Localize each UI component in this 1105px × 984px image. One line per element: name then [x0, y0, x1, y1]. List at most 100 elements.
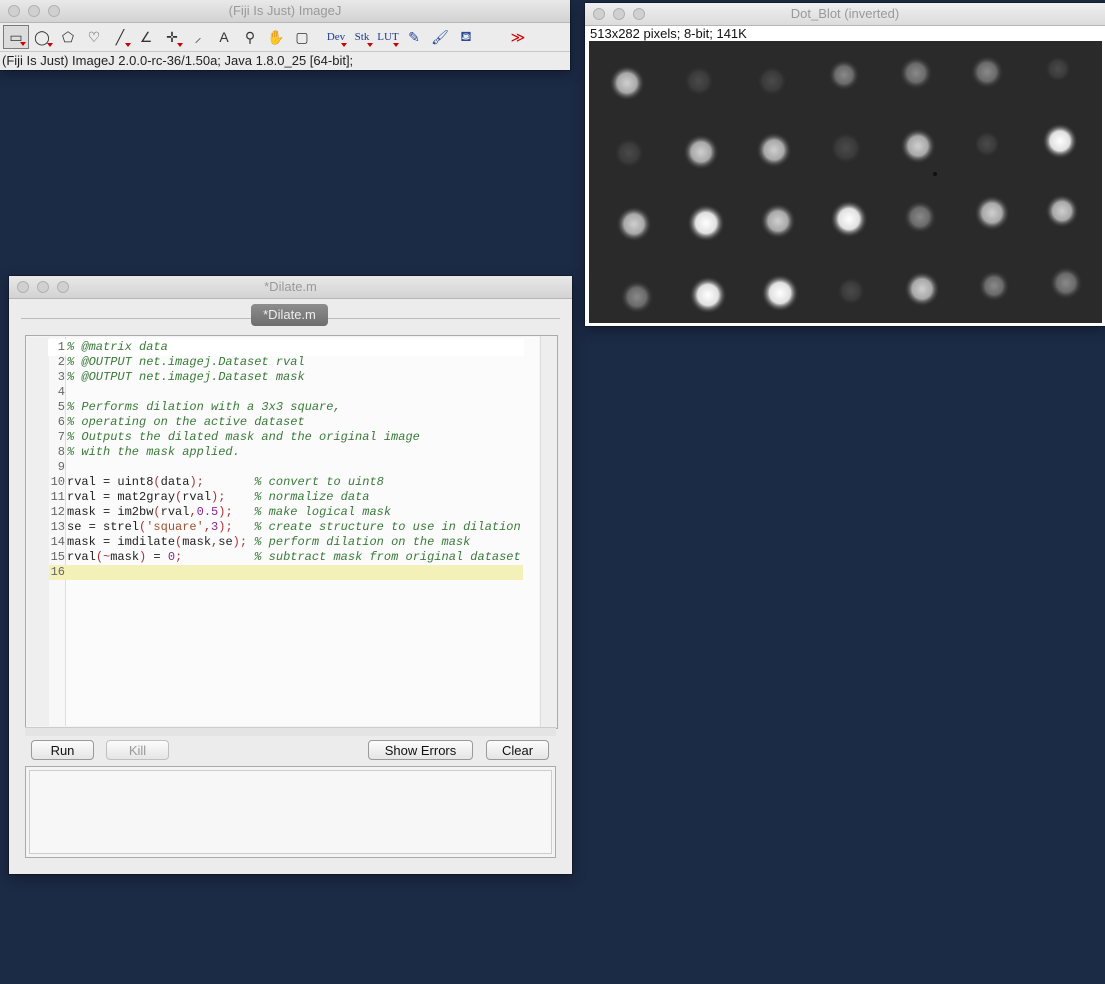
submenu-indicator-icon: [341, 43, 347, 47]
code-line[interactable]: 6% operating on the active dataset: [49, 415, 523, 430]
line-number: 15: [50, 550, 65, 564]
imagej-titlebar[interactable]: (Fiji Is Just) ImageJ: [0, 0, 570, 23]
code-text: % with the mask applied.: [67, 445, 240, 459]
code-line[interactable]: 12 mask = im2bw(rval,0.5); % make logical…: [49, 505, 523, 520]
code-editor[interactable]: 1% @matrix data 2% @OUTPUT net.imagej.Dat…: [25, 335, 558, 729]
code-line[interactable]: 2% @OUTPUT net.imagej.Dataset rval: [49, 355, 523, 370]
dot-blot-picture: [589, 41, 1102, 323]
close-icon[interactable]: [17, 281, 29, 293]
line-number: 3: [57, 370, 65, 384]
code-line[interactable]: 8% with the mask applied.: [49, 445, 523, 460]
dot-blot-image[interactable]: [589, 41, 1102, 323]
wand-tool-icon[interactable]: ⸝: [185, 25, 211, 49]
editor-titlebar[interactable]: *Dilate.m: [9, 276, 572, 299]
dot-blot-image-window: Dot_Blot (inverted) 513x282 pixels; 8-bi…: [585, 3, 1105, 326]
imagej-toolbar: ▭ ◯ ⬠ ♡ ╱ ∠ ✛ ⸝ A ⚲ ✋ ▢ Dev Stk LUT ✎ 🖌 ⛾ ≫: [0, 23, 570, 52]
line-number: 9: [57, 460, 65, 474]
text-tool-icon[interactable]: A: [211, 25, 237, 49]
script-editor-window: *Dilate.m *Dilate.m 1% @matrix data 2% @O…: [9, 276, 572, 874]
dev-menu[interactable]: Dev: [323, 25, 349, 49]
submenu-indicator-icon: [47, 43, 53, 47]
code-text: rval = mat2gray(rval); % normalize data: [67, 490, 370, 504]
line-number: 12: [50, 505, 65, 519]
submenu-indicator-icon: [20, 42, 26, 46]
oval-tool-icon[interactable]: ◯: [29, 25, 55, 49]
code-line[interactable]: 7% Outputs the dilated mask and the orig…: [49, 430, 523, 445]
code-text: % Outputs the dilated mask and the origi…: [67, 430, 420, 444]
hand-tool-icon[interactable]: ✋: [263, 25, 289, 49]
clear-button[interactable]: Clear: [486, 740, 549, 760]
code-text: mask = imdilate(mask,se); % perform dila…: [67, 535, 471, 549]
pencil-tool-icon[interactable]: ✎: [401, 25, 427, 49]
image-window-title: Dot_Blot (inverted): [790, 6, 900, 21]
dev-menu-label: Dev: [326, 31, 346, 43]
line-number: 2: [57, 355, 65, 369]
code-text: se = strel('square',3); % create structu…: [67, 520, 521, 534]
point-tool-icon[interactable]: ✛: [159, 25, 185, 49]
brush-tool-icon[interactable]: 🖌: [427, 25, 453, 49]
flood-fill-tool-icon[interactable]: ⛾: [453, 25, 479, 49]
code-line[interactable]: 4: [49, 385, 523, 400]
code-area[interactable]: 1% @matrix data 2% @OUTPUT net.imagej.Dat…: [27, 337, 539, 726]
imagej-main-window: (Fiji Is Just) ImageJ ▭ ◯ ⬠ ♡ ╱ ∠ ✛ ⸝ A ⚲ ✋ ▢ Dev Stk…: [0, 0, 570, 70]
line-tool-icon[interactable]: ╱: [107, 25, 133, 49]
zoom-icon[interactable]: [57, 281, 69, 293]
line-number: 13: [50, 520, 65, 534]
run-button[interactable]: Run: [31, 740, 94, 760]
imagej-title: (Fiji Is Just) ImageJ: [228, 3, 342, 18]
lut-menu-label: LUT: [377, 31, 399, 43]
line-number: 5: [57, 400, 65, 414]
minimize-icon[interactable]: [28, 5, 40, 17]
line-number: 11: [50, 490, 65, 504]
code-text: % @matrix data: [67, 340, 168, 354]
kill-button[interactable]: Kill: [106, 740, 169, 760]
submenu-indicator-icon: [367, 43, 373, 47]
code-text: rval = uint8(data); % convert to uint8: [67, 475, 384, 489]
code-line[interactable]: 14 mask = imdilate(mask,se); % perform di…: [49, 535, 523, 550]
code-text: % operating on the active dataset: [67, 415, 305, 429]
output-panel[interactable]: [25, 766, 556, 858]
rectangle-tool-icon[interactable]: ▭: [3, 25, 29, 49]
color-picker-tool-icon[interactable]: ▢: [289, 25, 315, 49]
code-line[interactable]: 11 rval = mat2gray(rval); % normalize dat…: [49, 490, 523, 505]
show-errors-button[interactable]: Show Errors: [368, 740, 473, 760]
line-number: 4: [57, 385, 65, 399]
minimize-icon[interactable]: [37, 281, 49, 293]
zoom-icon[interactable]: [48, 5, 60, 17]
code-line[interactable]: 5% Performs dilation with a 3x3 square,: [49, 400, 523, 415]
freehand-tool-icon[interactable]: ♡: [81, 25, 107, 49]
stk-menu[interactable]: Stk: [349, 25, 375, 49]
code-line[interactable]: 10 rval = uint8(data); % convert to uint8: [49, 475, 523, 490]
code-text: % @OUTPUT net.imagej.Dataset rval: [67, 355, 305, 369]
tab-dilate-m[interactable]: *Dilate.m: [251, 304, 328, 326]
zoom-icon[interactable]: [633, 8, 645, 20]
code-line[interactable]: 16: [49, 565, 523, 580]
code-line[interactable]: 9: [49, 460, 523, 475]
line-number: 8: [57, 445, 65, 459]
image-info: 513x282 pixels; 8-bit; 141K: [590, 26, 747, 41]
more-tools-icon[interactable]: ≫: [505, 25, 531, 49]
stk-menu-label: Stk: [354, 31, 370, 43]
magnifier-tool-icon[interactable]: ⚲: [237, 25, 263, 49]
polygon-tool-icon[interactable]: ⬠: [55, 25, 81, 49]
line-number: 10: [50, 475, 65, 489]
lut-menu[interactable]: LUT: [375, 25, 401, 49]
output-text-area[interactable]: [29, 770, 552, 854]
angle-tool-icon[interactable]: ∠: [133, 25, 159, 49]
imagej-status-bar: (Fiji Is Just) ImageJ 2.0.0-rc-36/1.50a;…: [0, 52, 570, 70]
empty-tool-slot: [479, 25, 505, 49]
close-icon[interactable]: [8, 5, 20, 17]
editor-vertical-scrollbar[interactable]: [540, 336, 557, 728]
close-icon[interactable]: [593, 8, 605, 20]
minimize-icon[interactable]: [613, 8, 625, 20]
code-line[interactable]: 13 se = strel('square',3); % create struc…: [49, 520, 523, 535]
image-window-titlebar[interactable]: Dot_Blot (inverted): [585, 3, 1105, 26]
code-line[interactable]: 1% @matrix data: [49, 340, 523, 355]
window-controls: [8, 5, 60, 17]
editor-output-splitter[interactable]: [25, 727, 556, 736]
code-line[interactable]: 15 rval(~mask) = 0; % subtract mask from …: [49, 550, 523, 565]
line-number: 6: [57, 415, 65, 429]
code-line[interactable]: 3% @OUTPUT net.imagej.Dataset mask: [49, 370, 523, 385]
submenu-indicator-icon: [393, 43, 399, 47]
window-controls: [593, 8, 645, 20]
